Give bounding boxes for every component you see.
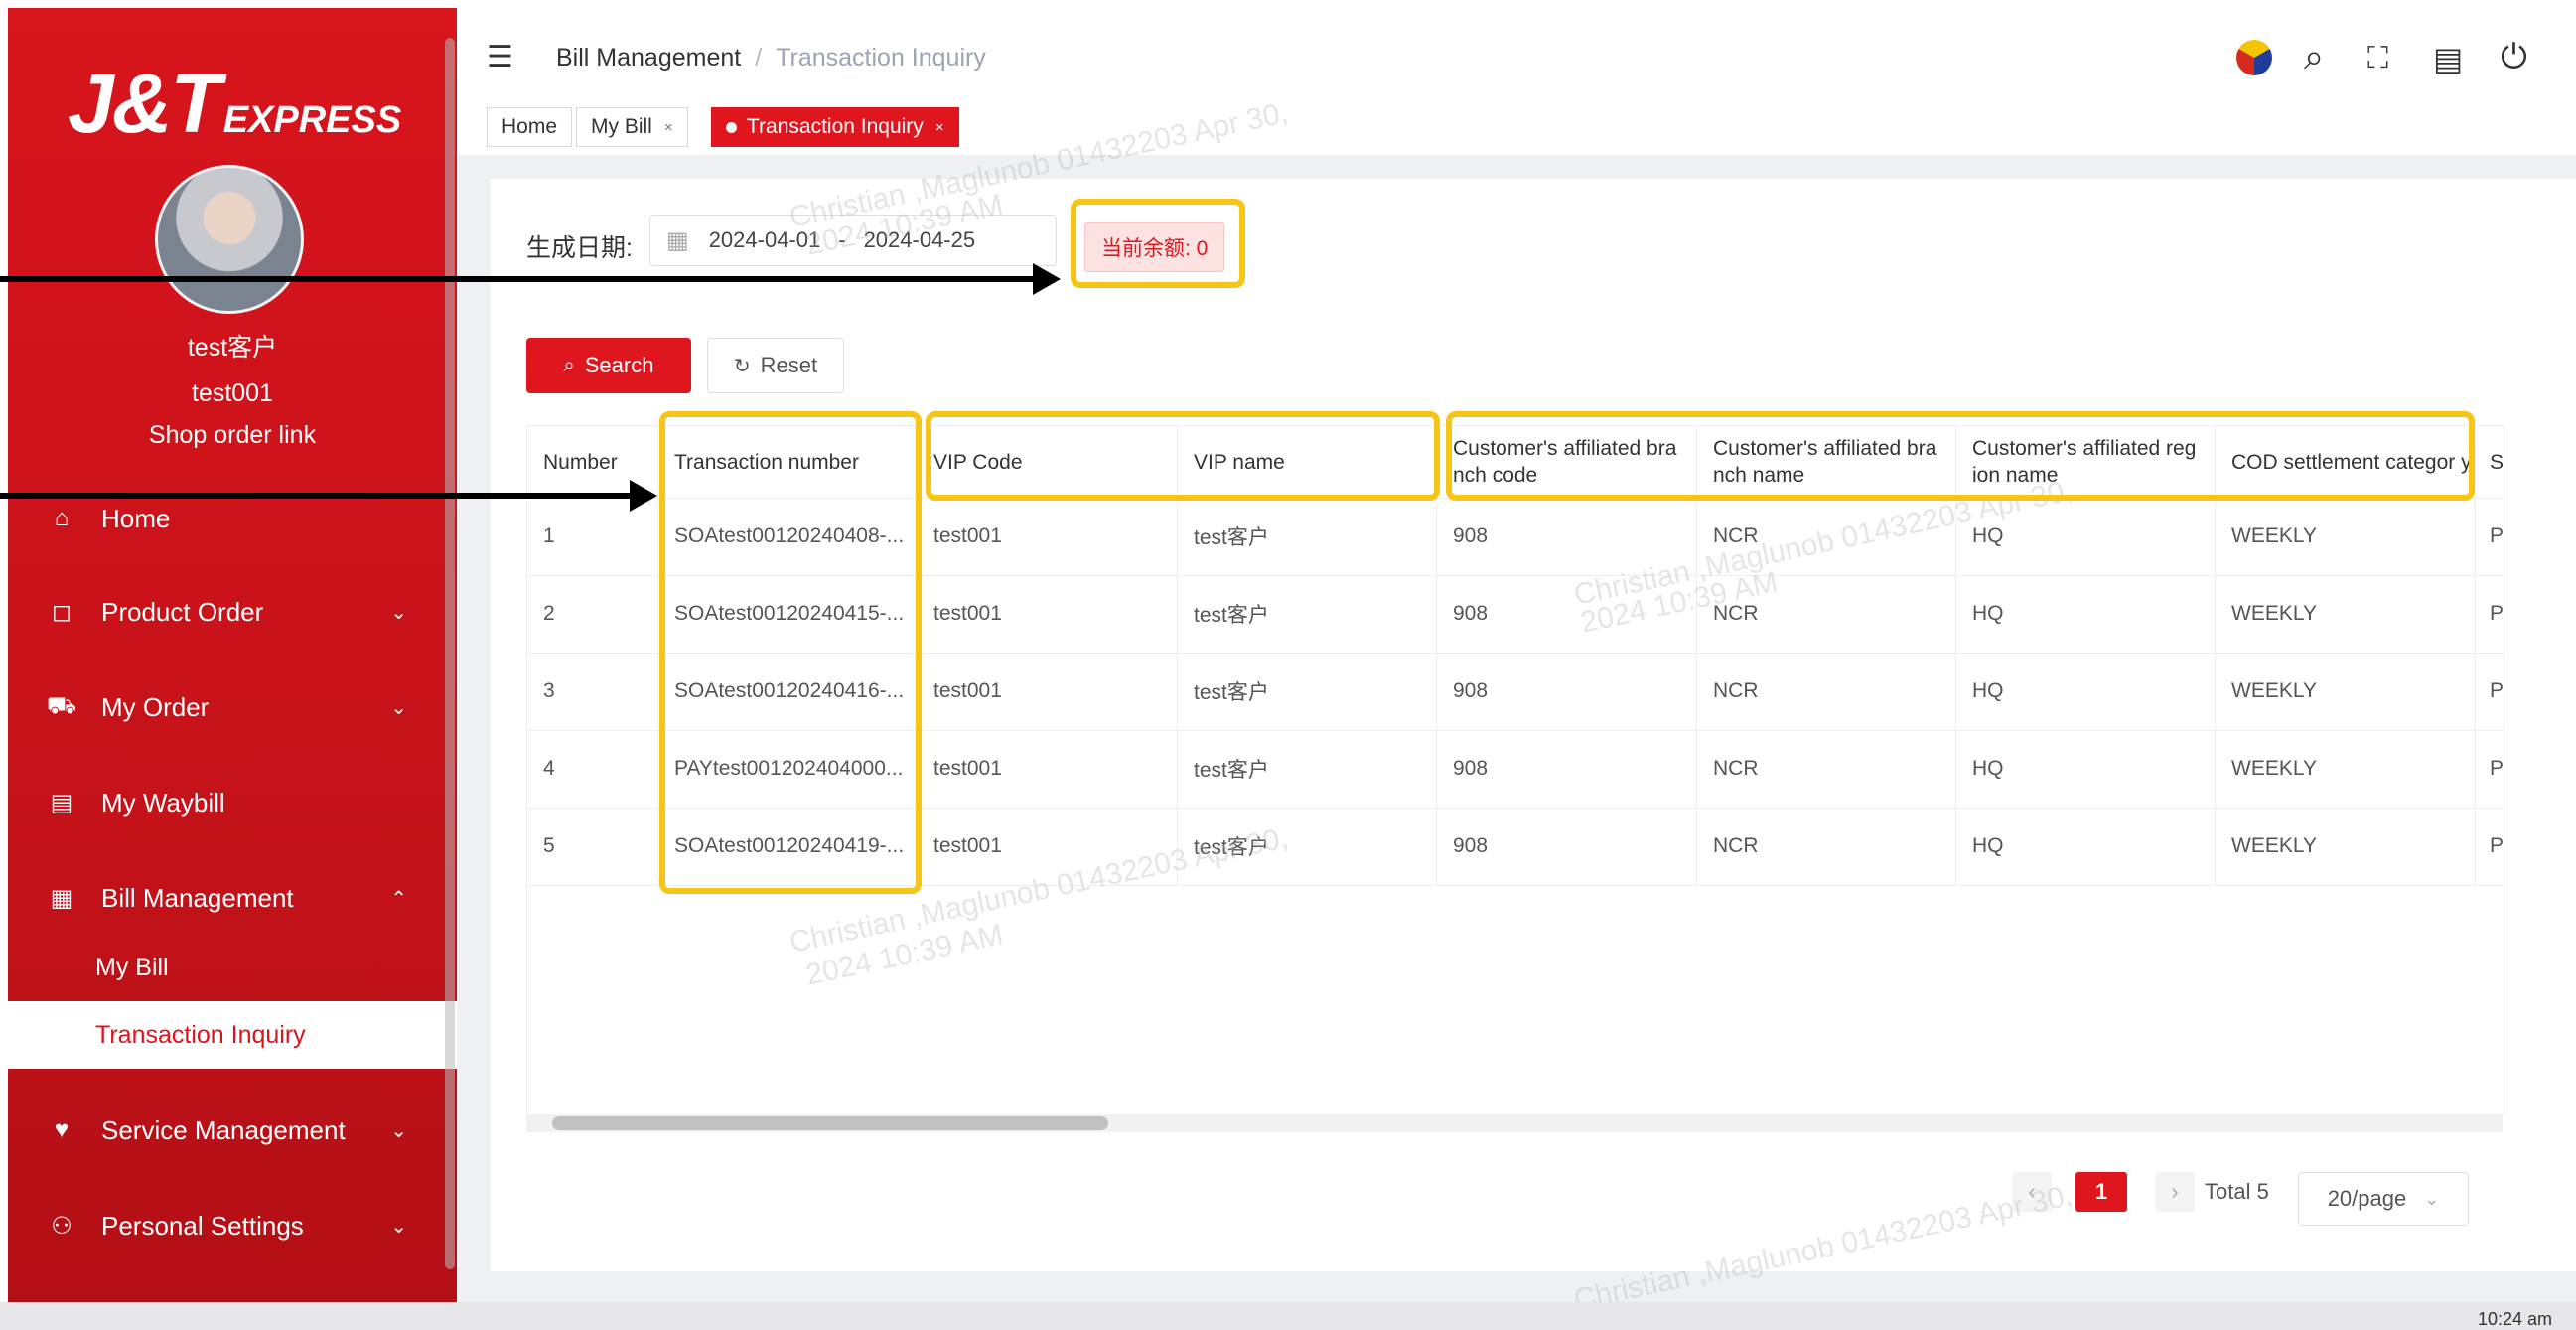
menu-toggle-icon[interactable]: ☰ [487,40,513,74]
user-code: test001 [191,379,273,407]
sidebar-item-home[interactable]: ⌂ Home [8,471,457,566]
close-icon[interactable]: × [935,119,944,136]
sidebar-item-personal-settings[interactable]: ⚇ Personal Settings ⌄ [8,1178,457,1273]
annotation-arrow-line [0,276,1035,282]
active-dot-icon [726,121,737,133]
pagination-prev-button[interactable]: ‹ [2012,1172,2052,1212]
sidebar-scrollbar[interactable] [445,38,455,1269]
user-name: test客户 [187,334,278,362]
top-header: ☰ Bill Management / Transaction Inquiry ⌕ … [457,8,2572,99]
sidebar-item-product-order[interactable]: ◻ Product Order ⌄ [8,564,457,660]
cart-icon: ⛟ [46,692,77,719]
refresh-icon: ↻ [733,355,751,377]
grid-icon: ▦ [50,884,73,912]
calendar-icon: ▦ [666,226,689,254]
tab-my-bill[interactable]: My Bill × [576,107,688,147]
chevron-down-icon: ⌄ [390,1215,407,1238]
chevron-down-icon: ⌄ [390,696,407,719]
waybill-icon: ▤ [50,789,73,816]
tab-transaction-inquiry[interactable]: Transaction Inquiry × [711,107,959,147]
col-header[interactable]: S [2476,426,2504,498]
shop-order-link[interactable]: Shop order link [8,421,457,450]
sidebar-item-bill-management[interactable]: ▦ Bill Management ⌃ [8,850,457,946]
sidebar-item-service-management[interactable]: ♥ Service Management ⌄ [8,1083,457,1178]
heart-icon: ♥ [54,1116,70,1143]
highlight-customer-columns [1446,411,2475,501]
search-button[interactable]: ⌕ Search [526,338,691,393]
taskbar-clock: 10:24 am [2477,1309,2552,1329]
sidebar: J&T EXPRESS test客户 test001 Shop order lin… [8,8,457,1302]
reset-button[interactable]: ↻ Reset [707,338,844,393]
search-icon: ⌕ [563,354,575,376]
bag-icon: ◻ [52,598,72,626]
table-empty-area [526,884,2504,1114]
sidebar-subitem-transaction-inquiry[interactable]: Transaction Inquiry [8,1001,457,1069]
tab-bar: Home My Bill × Transaction Inquiry × [457,99,2572,156]
highlight-vip-columns [926,411,1440,501]
date-label: 生成日期: [526,234,633,262]
close-icon[interactable]: × [664,119,673,136]
os-taskbar [0,1302,2576,1330]
chevron-down-icon: ⌄ [390,1119,407,1142]
power-icon[interactable]: ⏻ [2501,38,2527,76]
avatar[interactable] [155,165,304,314]
chevron-down-icon: ⌄ [2424,1188,2440,1209]
breadcrumb-current: Transaction Inquiry [776,44,986,72]
tab-home[interactable]: Home [487,107,573,147]
breadcrumb-parent[interactable]: Bill Management [556,44,741,72]
table-scrollbar-thumb[interactable] [552,1116,1108,1130]
chevron-down-icon: ⌄ [390,601,407,624]
annotation-arrow-line [0,493,632,499]
date-end[interactable]: 2024-04-25 [864,227,976,253]
jt-express-logo: J&T EXPRESS [68,57,402,150]
pagination-total: Total 5 [2205,1179,2269,1204]
annotation-arrow-head [630,480,657,512]
fullscreen-icon[interactable]: ⛶ [2367,42,2388,75]
sidebar-subitem-my-bill[interactable]: My Bill [8,934,457,1001]
date-range-picker[interactable]: ▦ 2024-04-01 - 2024-04-25 [649,215,1057,266]
annotation-arrow-head [1033,263,1061,295]
search-icon[interactable]: ⌕ [2304,36,2324,78]
highlight-balance [1071,199,1245,288]
sidebar-item-my-order[interactable]: ⛟ My Order ⌄ [8,660,457,755]
date-start[interactable]: 2024-04-01 [709,227,821,253]
sidebar-item-my-waybill[interactable]: ▤ My Waybill [8,755,457,850]
chevron-up-icon: ⌃ [390,887,407,910]
pagination-page-1[interactable]: 1 [2075,1172,2127,1212]
calendar-icon[interactable]: ▤ [2433,40,2463,77]
breadcrumb: Bill Management / Transaction Inquiry [556,44,986,72]
page-size-select[interactable]: 20/page ⌄ [2298,1172,2469,1226]
highlight-transaction-number-column [659,411,922,894]
flag-icon[interactable] [2236,40,2272,75]
pagination-next-button[interactable]: › [2155,1172,2195,1212]
home-icon: ⌂ [54,505,70,531]
people-icon: ⚇ [51,1212,72,1240]
